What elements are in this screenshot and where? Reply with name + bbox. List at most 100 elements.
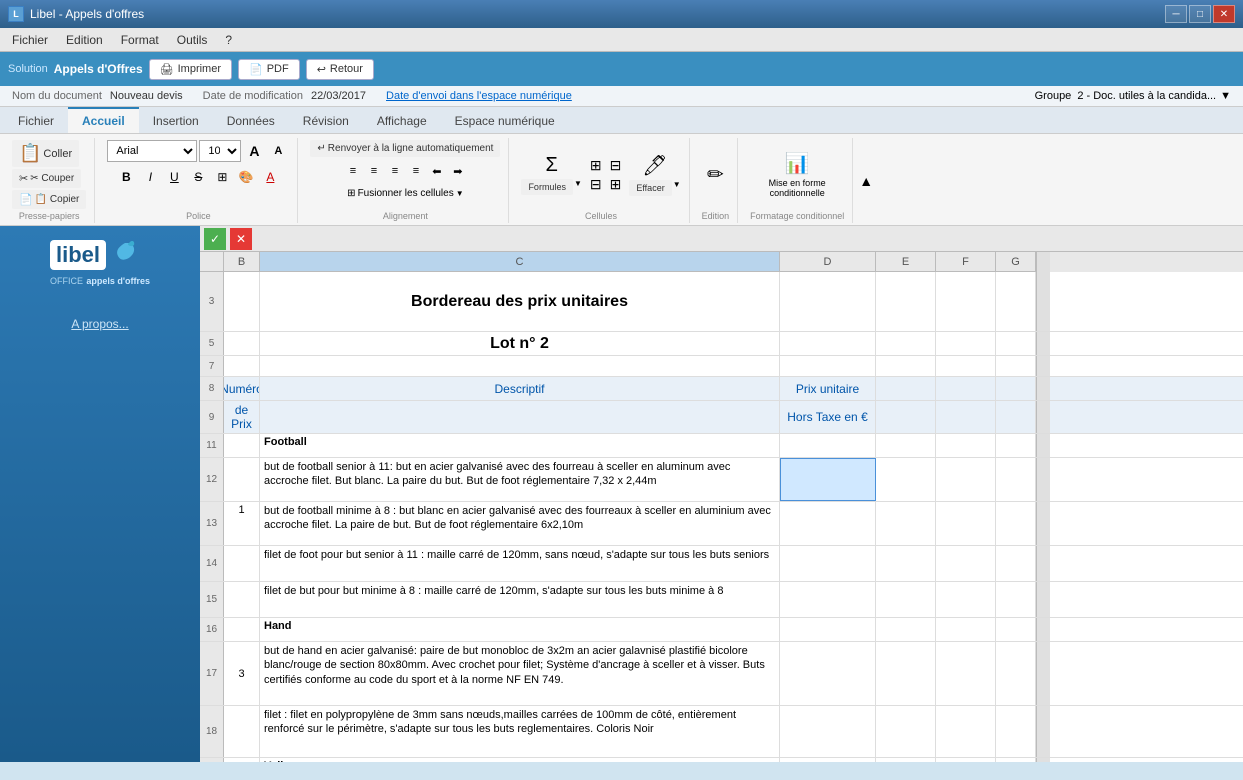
spreadsheet-container[interactable]: B C D E F G 3 Bordereau des prix unitair… — [200, 252, 1243, 762]
cell-9-f[interactable] — [936, 401, 996, 433]
menu-edition[interactable]: Edition — [58, 31, 111, 49]
cell-11-c[interactable]: Football — [260, 434, 780, 457]
cell-19-g[interactable] — [996, 758, 1036, 762]
cell-15-e[interactable] — [876, 582, 936, 617]
formules-button[interactable]: Formules — [521, 179, 573, 195]
strikethrough-button[interactable]: S — [187, 166, 209, 188]
wrap-text-button[interactable]: ↵ Renvoyer à la ligne automatiquement — [310, 140, 500, 157]
cell-13-d[interactable] — [780, 502, 876, 545]
cell-15-c[interactable]: filet de but pour but minime à 8 : maill… — [260, 582, 780, 617]
indent-decrease-button[interactable]: ⬅ — [427, 161, 447, 181]
tab-donnees[interactable]: Données — [213, 107, 289, 133]
cell-18-g[interactable] — [996, 706, 1036, 757]
effacer-button[interactable]: Effacer — [629, 180, 671, 196]
col-header-f[interactable]: F — [936, 252, 996, 272]
cell-3-b[interactable] — [224, 272, 260, 331]
border-button[interactable]: ⊞ — [211, 166, 233, 188]
font-size-select[interactable]: 10 11 12 14 — [199, 140, 241, 162]
cell-19-c[interactable]: Volley — [260, 758, 780, 762]
font-family-select[interactable]: Arial Times New Roman Calibri — [107, 140, 197, 162]
font-color-button[interactable]: A — [259, 166, 281, 188]
cell-12-d[interactable] — [780, 458, 876, 501]
cell-5-c[interactable]: Lot n° 2 — [260, 332, 780, 355]
cell-5-f[interactable] — [936, 332, 996, 355]
cell-12-b[interactable] — [224, 458, 260, 501]
cell-8-e[interactable] — [876, 377, 936, 400]
cell-9-e[interactable] — [876, 401, 936, 433]
cell-5-d[interactable] — [780, 332, 876, 355]
fill-color-button[interactable]: 🎨 — [235, 166, 257, 188]
cell-13-c[interactable]: but de football minime à 8 : but blanc e… — [260, 502, 780, 545]
underline-button[interactable]: U — [163, 166, 185, 188]
menu-outils[interactable]: Outils — [169, 31, 216, 49]
cell-12-e[interactable] — [876, 458, 936, 501]
cell-3-e[interactable] — [876, 272, 936, 331]
align-justify-button[interactable]: ≡ — [406, 161, 426, 181]
date-envoi-link[interactable]: Date d'envoi dans l'espace numérique — [386, 90, 572, 102]
cell-8-b[interactable]: Numéro — [224, 377, 260, 400]
cell-11-e[interactable] — [876, 434, 936, 457]
tab-revision[interactable]: Révision — [289, 107, 363, 133]
cell-5-b[interactable] — [224, 332, 260, 355]
indent-increase-button[interactable]: ➡ — [448, 161, 468, 181]
cell-17-e[interactable] — [876, 642, 936, 705]
cell-13-g[interactable] — [996, 502, 1036, 545]
tab-fichier[interactable]: Fichier — [4, 107, 68, 133]
cell-13-b[interactable]: 1 — [224, 502, 260, 545]
align-center-button[interactable]: ≡ — [364, 161, 384, 181]
align-right-button[interactable]: ≡ — [385, 161, 405, 181]
cell-18-d[interactable] — [780, 706, 876, 757]
cell-11-g[interactable] — [996, 434, 1036, 457]
cell-9-g[interactable] — [996, 401, 1036, 433]
merge-cells-button[interactable]: ⊞ Fusionner les cellules ▼ — [342, 185, 468, 202]
cell-3-c[interactable]: Bordereau des prix unitaires — [260, 272, 780, 331]
cell-17-d[interactable] — [780, 642, 876, 705]
cell-16-e[interactable] — [876, 618, 936, 641]
tab-insertion[interactable]: Insertion — [139, 107, 213, 133]
cell-3-d[interactable] — [780, 272, 876, 331]
cell-12-g[interactable] — [996, 458, 1036, 501]
cell-14-f[interactable] — [936, 546, 996, 581]
cell-11-b[interactable] — [224, 434, 260, 457]
cell-3-g[interactable] — [996, 272, 1036, 331]
cell-7-g[interactable] — [996, 356, 1036, 376]
effacer-dropdown[interactable]: ▼ — [673, 180, 681, 196]
ribbon-expand-icon[interactable]: ▲ — [859, 173, 873, 189]
col-header-b[interactable]: B — [224, 252, 260, 272]
cell-15-d[interactable] — [780, 582, 876, 617]
cell-7-d[interactable] — [780, 356, 876, 376]
cell-18-b[interactable] — [224, 706, 260, 757]
cell-7-e[interactable] — [876, 356, 936, 376]
cell-5-g[interactable] — [996, 332, 1036, 355]
cell-8-g[interactable] — [996, 377, 1036, 400]
cell-7-b[interactable] — [224, 356, 260, 376]
groupe-dropdown[interactable]: 2 - Doc. utiles à la candida... ▼ — [1077, 90, 1231, 102]
col-header-e[interactable]: E — [876, 252, 936, 272]
cell-16-g[interactable] — [996, 618, 1036, 641]
cell-8-c[interactable]: Descriptif — [260, 377, 780, 400]
tab-accueil[interactable]: Accueil — [68, 107, 139, 133]
cell-16-c[interactable]: Hand — [260, 618, 780, 641]
cell-15-b[interactable] — [224, 582, 260, 617]
tab-espace-numerique[interactable]: Espace numérique — [441, 107, 569, 133]
cell-14-b[interactable] — [224, 546, 260, 581]
cell-14-g[interactable] — [996, 546, 1036, 581]
menu-format[interactable]: Format — [113, 31, 167, 49]
minimize-button[interactable]: ─ — [1165, 5, 1187, 23]
menu-help[interactable]: ? — [217, 31, 240, 49]
imprimer-button[interactable]: 🖨 Imprimer — [149, 59, 232, 80]
cell-18-e[interactable] — [876, 706, 936, 757]
cell-14-e[interactable] — [876, 546, 936, 581]
cell-8-d[interactable]: Prix unitaire — [780, 377, 876, 400]
about-link[interactable]: A propos... — [71, 317, 128, 331]
close-button[interactable]: ✕ — [1213, 5, 1235, 23]
cell-9-c[interactable] — [260, 401, 780, 433]
cell-16-b[interactable] — [224, 618, 260, 641]
shrink-font-button[interactable]: A — [267, 140, 289, 162]
cell-15-g[interactable] — [996, 582, 1036, 617]
tab-affichage[interactable]: Affichage — [363, 107, 441, 133]
formula-cancel-button[interactable]: ✕ — [230, 228, 252, 250]
col-header-d[interactable]: D — [780, 252, 876, 272]
cell-16-f[interactable] — [936, 618, 996, 641]
cell-8-f[interactable] — [936, 377, 996, 400]
